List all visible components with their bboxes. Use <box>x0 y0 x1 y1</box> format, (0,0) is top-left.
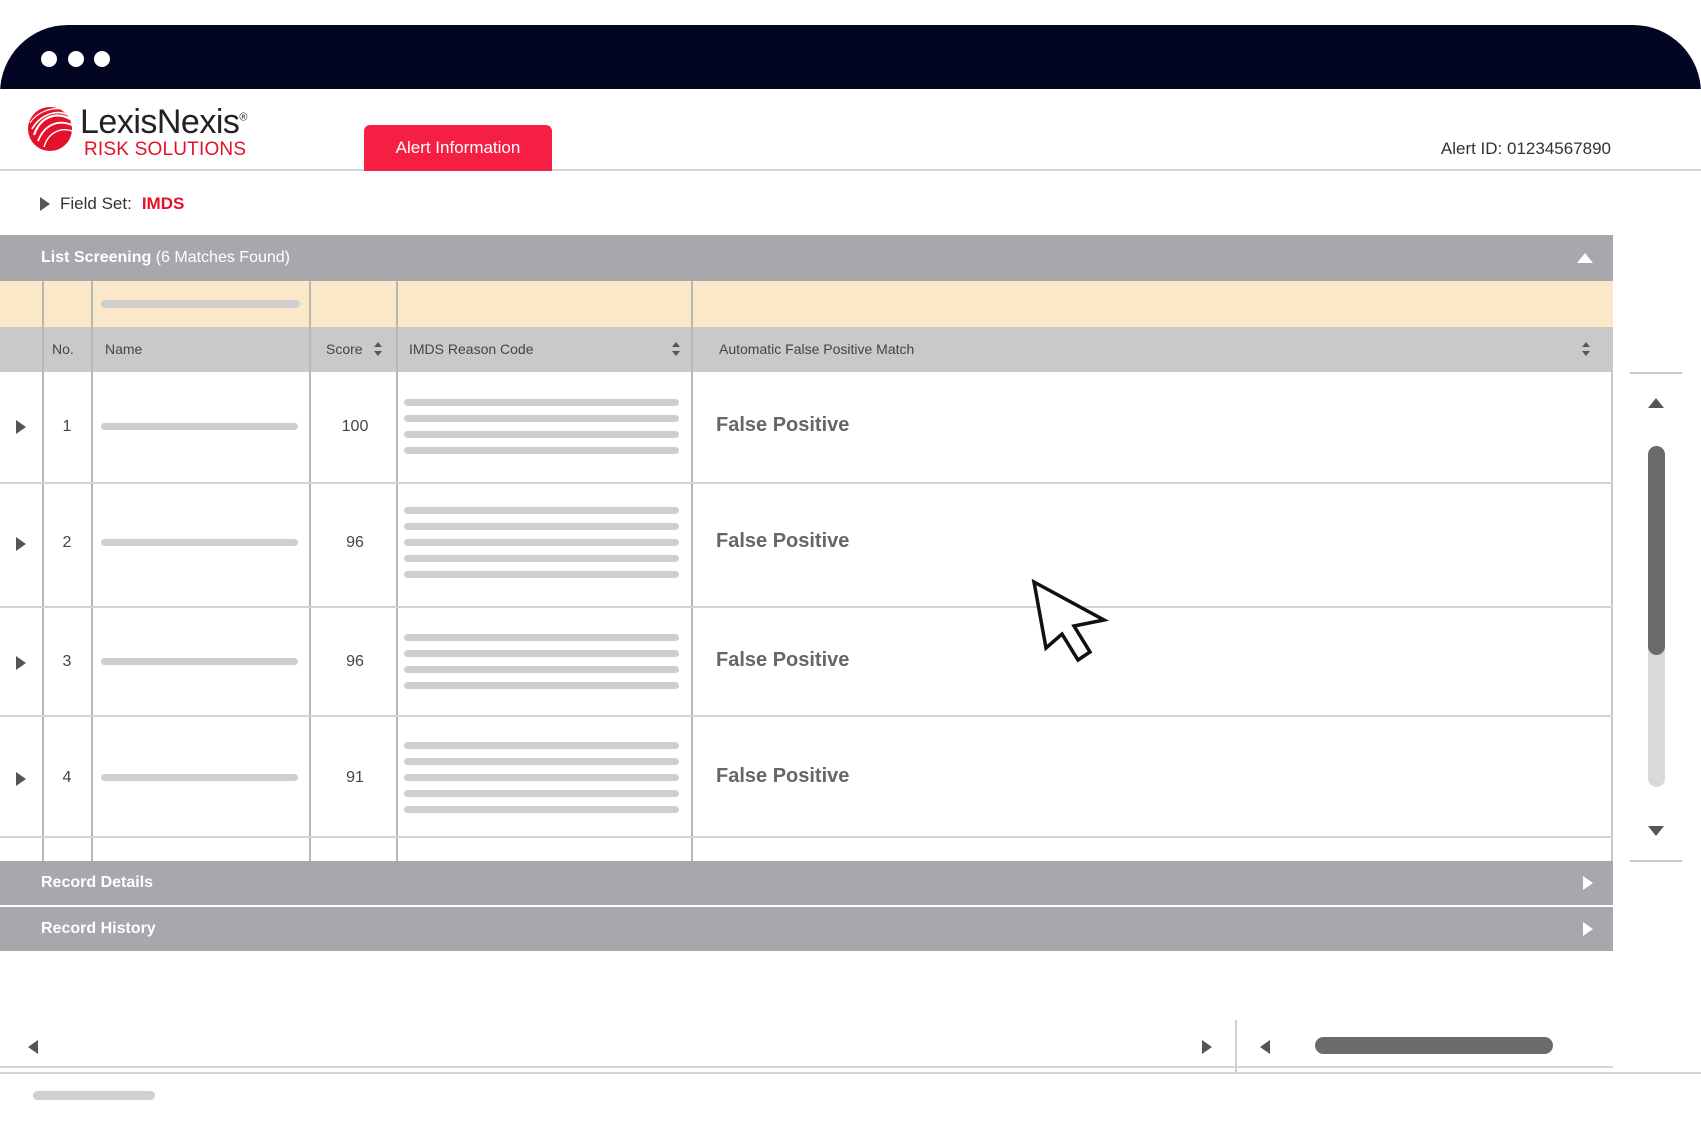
name-filter-input[interactable] <box>101 300 300 308</box>
sort-icon[interactable] <box>374 342 382 356</box>
col-header-reason[interactable]: IMDS Reason Code <box>409 341 534 357</box>
bottom-divider <box>0 1072 1701 1074</box>
collapse-icon[interactable] <box>1577 253 1593 263</box>
bottom-divider <box>0 1066 1613 1068</box>
expand-row-icon[interactable] <box>16 772 26 786</box>
row-score: 96 <box>346 653 364 670</box>
name-placeholder <box>101 423 298 430</box>
scrollbar-divider <box>1630 860 1682 862</box>
expand-row-icon[interactable] <box>16 537 26 551</box>
field-set-label: Field Set: <box>60 194 132 213</box>
grid-right-edge <box>1611 372 1613 861</box>
name-placeholder <box>101 658 298 665</box>
name-placeholder <box>101 774 298 781</box>
list-screening-grid: No. Name Score IMDS Reason Code Automati… <box>0 281 1613 861</box>
column-divider <box>691 281 693 861</box>
window-dot-icon[interactable] <box>94 51 110 67</box>
reason-placeholder <box>404 447 679 454</box>
reason-placeholder <box>404 571 679 578</box>
record-details-header[interactable]: Record Details <box>0 861 1613 905</box>
reason-placeholder <box>404 634 679 641</box>
row-number: 4 <box>62 769 72 786</box>
col-header-match[interactable]: Automatic False Positive Match <box>719 341 914 357</box>
row-score: 100 <box>341 418 369 435</box>
name-placeholder <box>101 539 298 546</box>
reason-placeholder <box>404 399 679 406</box>
field-set-toggle[interactable]: Field Set: IMDS <box>40 194 184 214</box>
reason-placeholder <box>404 682 679 689</box>
reason-placeholder <box>404 666 679 673</box>
expand-icon <box>40 197 50 211</box>
reason-placeholder <box>404 774 679 781</box>
reason-placeholder <box>404 523 679 530</box>
reason-placeholder <box>404 790 679 797</box>
scrollbar-divider <box>1235 1020 1237 1072</box>
mouse-cursor-icon <box>1031 578 1110 663</box>
sort-icon[interactable] <box>672 342 680 356</box>
list-screening-title: List Screening (6 Matches Found) <box>41 249 290 266</box>
row-number: 1 <box>62 418 72 435</box>
row-divider <box>0 715 1613 717</box>
window-dot-icon[interactable] <box>41 51 57 67</box>
scroll-down-icon[interactable] <box>1648 826 1664 836</box>
app-header: LexisNexis® RISK SOLUTIONS Alert Informa… <box>0 89 1701 171</box>
horizontal-scrollbar-thumb[interactable] <box>1315 1037 1553 1054</box>
row-match: False Positive <box>716 414 850 436</box>
lexisnexis-logo-icon <box>28 107 73 151</box>
reason-placeholder <box>404 507 679 514</box>
col-header-name[interactable]: Name <box>105 341 142 357</box>
window-titlebar <box>0 25 1701 89</box>
row-score: 96 <box>346 534 364 551</box>
reason-placeholder <box>404 758 679 765</box>
record-details-title: Record Details <box>41 874 154 891</box>
row-match: False Positive <box>716 765 850 787</box>
row-score: 91 <box>346 769 364 786</box>
row-number: 3 <box>62 653 72 670</box>
reason-placeholder <box>404 555 679 562</box>
row-divider <box>0 606 1613 608</box>
row-divider <box>0 836 1613 838</box>
window-dot-icon[interactable] <box>68 51 84 67</box>
reason-placeholder <box>404 806 679 813</box>
scroll-left-icon[interactable] <box>1260 1040 1270 1054</box>
col-header-no[interactable]: No. <box>52 341 74 357</box>
vertical-scrollbar-thumb[interactable] <box>1648 446 1665 655</box>
expand-row-icon[interactable] <box>16 656 26 670</box>
list-screening-header[interactable]: List Screening (6 Matches Found) <box>0 235 1613 281</box>
row-number: 2 <box>62 534 72 551</box>
reason-placeholder <box>404 650 679 657</box>
footer-placeholder <box>33 1091 155 1100</box>
alert-id: Alert ID: 01234567890 <box>1440 139 1611 158</box>
row-match: False Positive <box>716 530 850 552</box>
reason-placeholder <box>404 415 679 422</box>
column-divider <box>91 281 93 861</box>
col-header-score[interactable]: Score <box>326 341 363 357</box>
tab-alert-information[interactable]: Alert Information <box>364 125 552 171</box>
expand-icon[interactable] <box>1583 876 1593 890</box>
expand-icon[interactable] <box>1583 922 1593 936</box>
scrollbar-divider <box>1630 372 1682 374</box>
expand-row-icon[interactable] <box>16 420 26 434</box>
record-history-header[interactable]: Record History <box>0 907 1613 951</box>
row-match: False Positive <box>716 649 850 671</box>
scroll-up-icon[interactable] <box>1648 398 1664 408</box>
brand-name: LexisNexis® <box>80 103 247 141</box>
row-divider <box>0 482 1613 484</box>
grid-header-row: No. Name Score IMDS Reason Code Automati… <box>0 327 1613 372</box>
brand-subtitle: RISK SOLUTIONS <box>84 139 247 160</box>
sort-icon[interactable] <box>1582 342 1590 356</box>
brand-logo: LexisNexis® RISK SOLUTIONS <box>26 101 276 163</box>
reason-placeholder <box>404 742 679 749</box>
reason-placeholder <box>404 539 679 546</box>
scroll-right-icon[interactable] <box>1202 1040 1212 1054</box>
reason-placeholder <box>404 431 679 438</box>
field-set-value: IMDS <box>141 194 185 213</box>
scroll-left-icon[interactable] <box>28 1040 38 1054</box>
filter-row <box>0 281 1613 327</box>
record-history-title: Record History <box>41 920 156 937</box>
